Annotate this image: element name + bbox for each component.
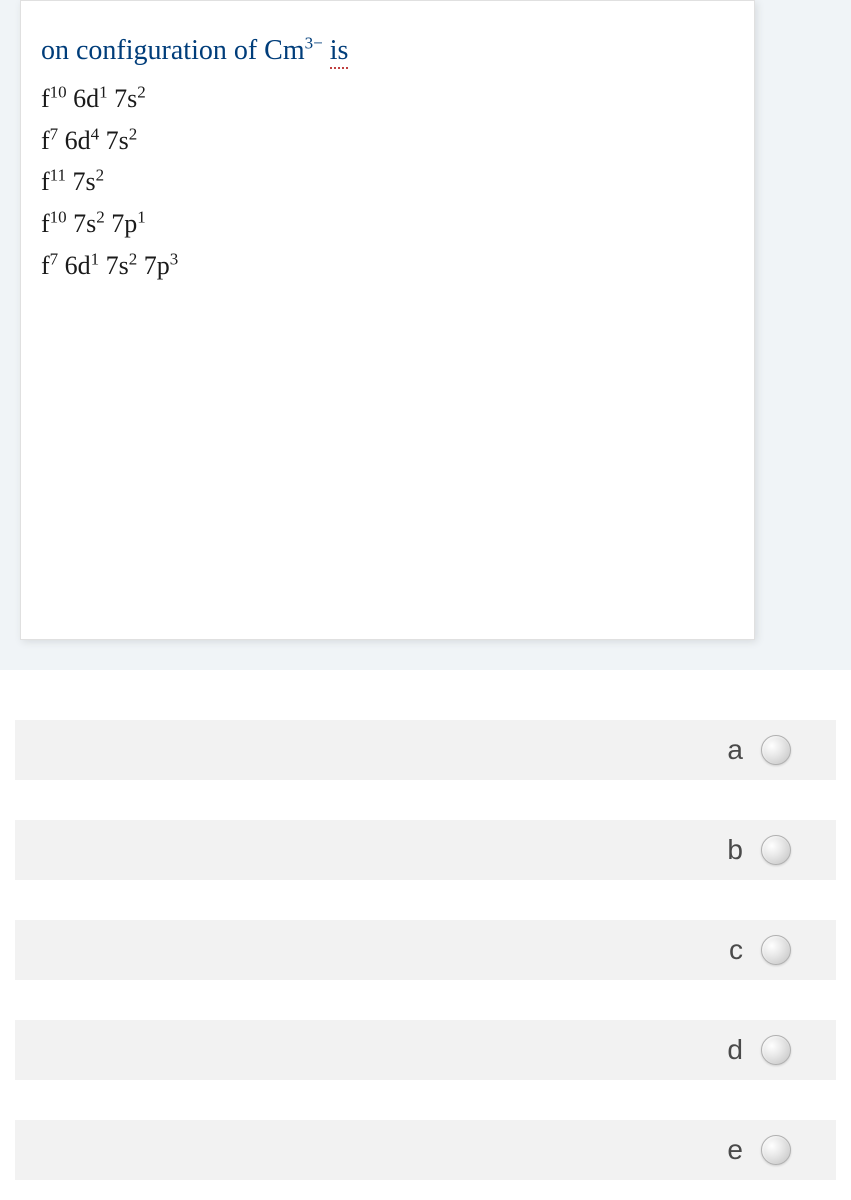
answer-label-e: e	[727, 1134, 743, 1166]
config-option-4: f7 6d1 7s2 7p3	[41, 245, 734, 287]
question-text: on configuration of Cm3− is	[41, 31, 734, 70]
answer-label-c: c	[729, 934, 743, 966]
radio-b[interactable]	[761, 835, 791, 865]
radio-c[interactable]	[761, 935, 791, 965]
config-list: f10 6d1 7s2f7 6d4 7s2f11 7s2f10 7s2 7p1f…	[41, 78, 734, 286]
question-suffix: is	[330, 35, 349, 69]
answer-label-d: d	[727, 1034, 743, 1066]
question-superscript: 3−	[305, 34, 323, 53]
radio-e[interactable]	[761, 1135, 791, 1165]
answer-label-a: a	[727, 734, 743, 766]
answer-row-d[interactable]: d	[15, 1020, 836, 1080]
question-box: on configuration of Cm3− is f10 6d1 7s2f…	[20, 0, 755, 640]
radio-a[interactable]	[761, 735, 791, 765]
answers-area: a b c d e	[0, 720, 851, 1180]
answer-row-e[interactable]: e	[15, 1120, 836, 1180]
answer-label-b: b	[727, 834, 743, 866]
config-option-1: f7 6d4 7s2	[41, 120, 734, 162]
config-option-2: f11 7s2	[41, 161, 734, 203]
answer-row-c[interactable]: c	[15, 920, 836, 980]
config-option-3: f10 7s2 7p1	[41, 203, 734, 245]
answer-row-a[interactable]: a	[15, 720, 836, 780]
radio-d[interactable]	[761, 1035, 791, 1065]
answer-row-b[interactable]: b	[15, 820, 836, 880]
question-prefix: on configuration of Cm	[41, 35, 305, 66]
config-option-0: f10 6d1 7s2	[41, 78, 734, 120]
